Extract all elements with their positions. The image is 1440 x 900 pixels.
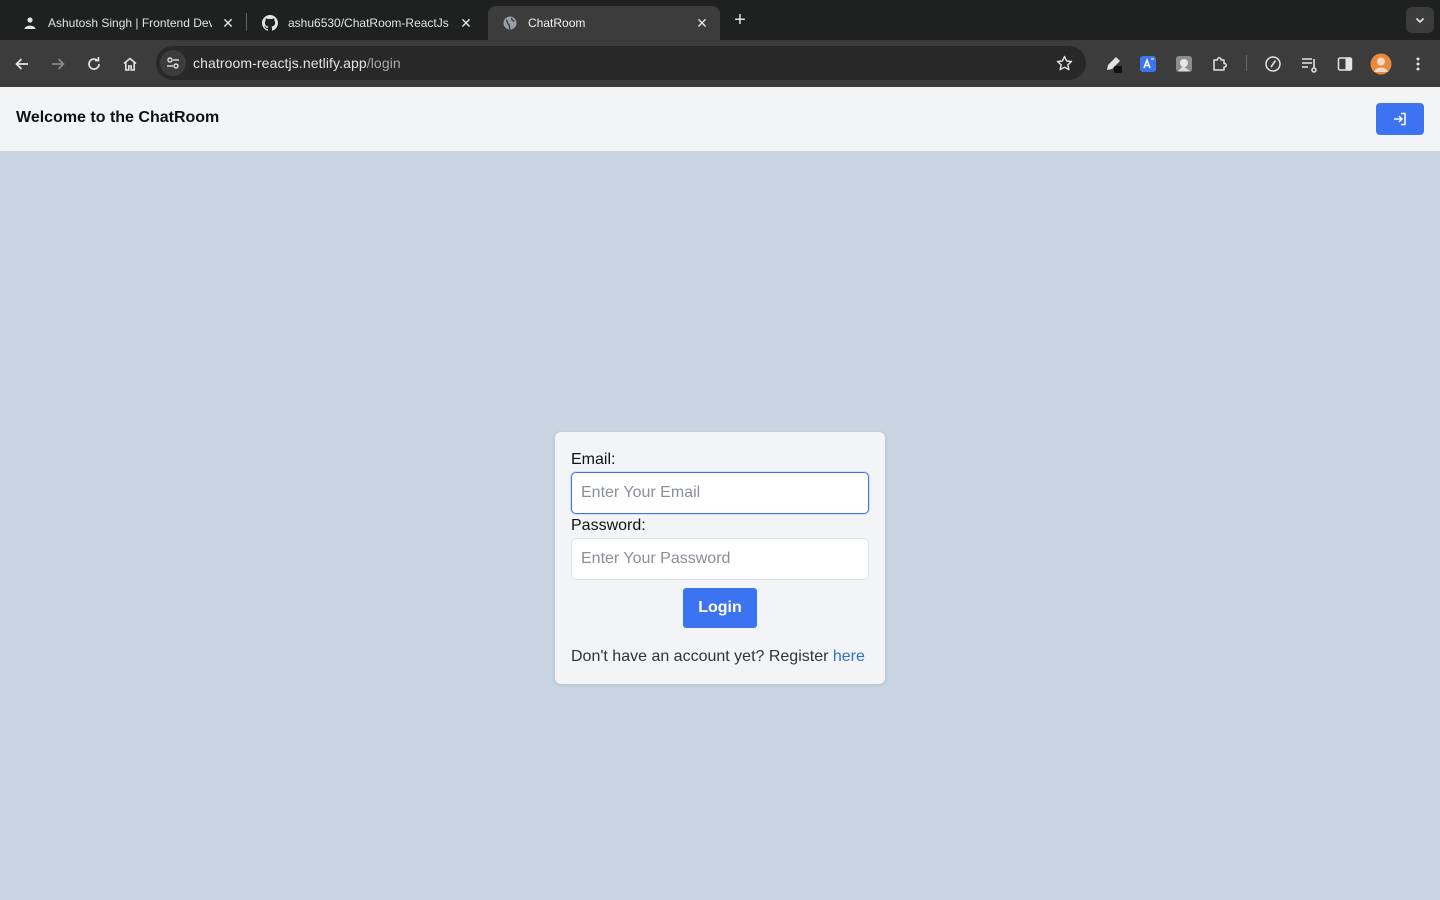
- sign-in-icon: [1394, 112, 1406, 126]
- reload-button[interactable]: [81, 51, 107, 77]
- register-prompt: Don't have an account yet? Register here: [571, 648, 865, 666]
- tab-search-button[interactable]: [1406, 7, 1434, 33]
- speedometer-icon: [1265, 56, 1281, 72]
- tab-github-repo[interactable]: ashu6530/ChatRoom-ReactJs ✕: [248, 6, 484, 40]
- arrow-right-icon: [52, 58, 65, 70]
- url-host: chatroom-reactjs.netlify.app: [193, 55, 367, 71]
- tab-close-icon[interactable]: ✕: [220, 15, 236, 31]
- login-card: Email: Password: Login Don't have an acc…: [555, 432, 885, 684]
- tab-title: ashu6530/ChatRoom-ReactJs: [288, 16, 449, 30]
- page-title: Welcome to the ChatRoom: [16, 109, 220, 126]
- back-button[interactable]: [9, 51, 35, 77]
- reload-icon: [88, 57, 100, 70]
- register-link[interactable]: here: [833, 648, 865, 665]
- extension-translate-button[interactable]: [1135, 51, 1161, 77]
- url-text[interactable]: chatroom-reactjs.netlify.app/login: [193, 55, 401, 71]
- register-text: Don't have an account yet? Register: [571, 648, 833, 665]
- site-info-button[interactable]: [160, 50, 186, 76]
- github-icon: [262, 15, 278, 31]
- extension-eyedropper-button[interactable]: [1100, 51, 1126, 77]
- new-tab-button[interactable]: +: [728, 8, 752, 32]
- tab-title: Ashutosh Singh | Frontend Developer: [48, 16, 212, 30]
- person-favicon-icon: [22, 15, 38, 31]
- email-label: Email:: [571, 451, 616, 468]
- translate-icon: [1140, 56, 1156, 72]
- media-queue-icon: [1302, 58, 1317, 73]
- arrow-left-icon: [15, 58, 28, 70]
- performance-button[interactable]: [1260, 51, 1286, 77]
- extension-image-button[interactable]: [1171, 51, 1197, 77]
- tab-close-icon[interactable]: ✕: [694, 15, 710, 31]
- extensions-button[interactable]: [1207, 51, 1233, 77]
- globe-icon: [502, 15, 518, 31]
- password-label: Password:: [571, 517, 646, 534]
- side-panel-icon: [1337, 57, 1353, 71]
- profile-button[interactable]: [1368, 51, 1394, 77]
- puzzle-icon: [1213, 57, 1227, 71]
- side-panel-button[interactable]: [1332, 51, 1358, 77]
- browser-menu-button[interactable]: [1405, 51, 1431, 77]
- eyedropper-icon: [1107, 57, 1122, 73]
- home-icon: [123, 57, 137, 71]
- app-header: Welcome to the ChatRoom: [0, 87, 1440, 151]
- more-vert-icon: [1416, 57, 1420, 71]
- password-field[interactable]: [571, 538, 869, 580]
- chevron-down-icon: [1415, 17, 1425, 24]
- tab-title: ChatRoom: [528, 16, 586, 30]
- bookmark-star-button[interactable]: [1054, 53, 1074, 73]
- tab-chatroom[interactable]: ChatRoom ✕: [488, 6, 720, 40]
- tab-close-icon[interactable]: ✕: [458, 15, 474, 31]
- avatar: [1370, 53, 1392, 75]
- address-bar[interactable]: chatroom-reactjs.netlify.app/login: [156, 46, 1086, 80]
- tab-separator: [246, 13, 247, 31]
- browser-toolbar: chatroom-reactjs.netlify.app/login: [0, 40, 1440, 87]
- image-extension-icon: [1176, 56, 1192, 72]
- forward-button[interactable]: [45, 51, 71, 77]
- header-login-button[interactable]: [1376, 103, 1424, 135]
- tune-icon: [167, 57, 179, 69]
- home-button[interactable]: [117, 51, 143, 77]
- login-button[interactable]: Login: [683, 588, 757, 628]
- toolbar-divider: [1246, 55, 1247, 71]
- browser-tab-strip: Ashutosh Singh | Frontend Developer ✕ as…: [0, 0, 1440, 40]
- star-icon: [1056, 55, 1072, 70]
- tab-portfolio[interactable]: Ashutosh Singh | Frontend Developer ✕: [8, 6, 246, 40]
- email-field[interactable]: [571, 472, 869, 514]
- reading-list-button[interactable]: [1296, 51, 1322, 77]
- url-path: /login: [366, 55, 401, 71]
